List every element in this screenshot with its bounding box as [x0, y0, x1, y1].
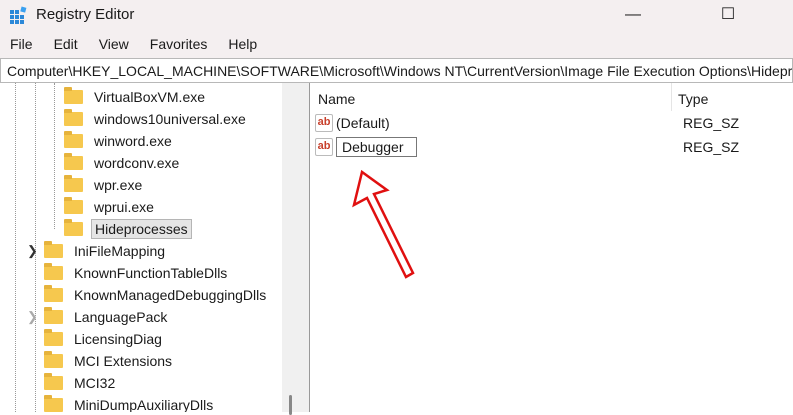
tree-item[interactable]: MCI Extensions [44, 350, 175, 372]
tree-item-label: Hideprocesses [91, 219, 192, 239]
tree-item[interactable]: MiniDumpAuxiliaryDlls [44, 394, 216, 412]
folder-icon [64, 109, 83, 126]
annotation-arrow [352, 169, 415, 279]
value-row-debugger[interactable]: ab Debugger REG_SZ [315, 136, 785, 158]
folder-icon [44, 351, 63, 368]
column-header-name[interactable]: Name [318, 91, 355, 107]
folder-icon [64, 87, 83, 104]
folder-icon [44, 373, 63, 390]
value-name: (Default) [336, 115, 390, 131]
tree-item[interactable]: windows10universal.exe [64, 108, 249, 130]
tree-item-label: MiniDumpAuxiliaryDlls [74, 397, 214, 412]
folder-icon [64, 175, 83, 192]
chevron-right-icon[interactable]: ❯ [27, 243, 38, 259]
registry-tree: VirtualBoxVM.exe windows10universal.exe wi… [0, 83, 300, 412]
pane-splitter[interactable] [300, 83, 310, 412]
menu-view[interactable]: View [99, 36, 129, 52]
folder-icon [44, 329, 63, 346]
tree-item-label: winword.exe [94, 133, 172, 149]
tree-item[interactable]: winword.exe [64, 130, 175, 152]
tree-item-label: KnownManagedDebuggingDlls [74, 287, 267, 303]
tree-item[interactable]: LicensingDiag [44, 328, 165, 350]
tree-item-label: wordconv.exe [94, 155, 180, 171]
value-type: REG_SZ [683, 115, 740, 131]
window-title: Registry Editor [36, 6, 135, 23]
folder-icon [44, 241, 63, 258]
folder-icon [44, 307, 63, 324]
value-row-default[interactable]: ab (Default) REG_SZ [315, 112, 785, 134]
folder-icon [64, 219, 83, 236]
tree-scrollbar[interactable] [282, 83, 300, 415]
menu-bar: File Edit View Favorites Help [0, 30, 793, 58]
string-value-icon: ab [315, 114, 333, 132]
maximize-button[interactable]: ☐ [705, 2, 751, 28]
tree-item[interactable]: wordconv.exe [64, 152, 182, 174]
value-type: REG_SZ [683, 139, 740, 155]
tree-item[interactable]: VirtualBoxVM.exe [64, 86, 208, 108]
tree-item[interactable]: Hideprocesses [64, 218, 192, 240]
folder-icon [64, 153, 83, 170]
menu-file[interactable]: File [10, 36, 33, 52]
tree-item-label: MCI Extensions [74, 353, 173, 369]
tree-item[interactable]: wprui.exe [64, 196, 157, 218]
tree-item-label: VirtualBoxVM.exe [94, 89, 206, 105]
folder-icon [44, 263, 63, 280]
tree-item-label: windows10universal.exe [94, 111, 246, 127]
title-bar: Registry Editor — ☐ [0, 0, 793, 30]
address-bar[interactable]: Computer\HKEY_LOCAL_MACHINE\SOFTWARE\Mic… [0, 58, 793, 83]
tree-item-label: MCI32 [74, 375, 116, 391]
tree-item-label: wpr.exe [94, 177, 143, 193]
tree-item-label: LanguagePack [74, 309, 168, 325]
tree-item[interactable]: ❯ IniFileMapping [27, 240, 168, 262]
chevron-right-icon[interactable]: ❯ [27, 309, 38, 325]
tree-item[interactable]: MCI32 [44, 372, 118, 394]
tree-item[interactable]: KnownManagedDebuggingDlls [44, 284, 269, 306]
folder-icon [44, 285, 63, 302]
tree-item[interactable]: wpr.exe [64, 174, 145, 196]
column-header-type[interactable]: Type [678, 91, 708, 107]
menu-edit[interactable]: Edit [54, 36, 78, 52]
tree-item-label: LicensingDiag [74, 331, 162, 347]
folder-icon [44, 395, 63, 412]
tree-item-label: IniFileMapping [74, 243, 166, 259]
scrollbar-thumb[interactable] [289, 395, 292, 415]
tree-item[interactable]: ❯ LanguagePack [27, 306, 170, 328]
tree-item-label: wprui.exe [94, 199, 154, 215]
folder-icon [64, 197, 83, 214]
string-value-icon: ab [315, 138, 333, 156]
folder-icon [64, 131, 83, 148]
registry-editor-icon [10, 6, 27, 24]
rename-input[interactable]: Debugger [336, 137, 417, 157]
minimize-button[interactable]: — [610, 2, 656, 28]
menu-help[interactable]: Help [228, 36, 257, 52]
tree-item[interactable]: KnownFunctionTableDlls [44, 262, 230, 284]
menu-favorites[interactable]: Favorites [150, 36, 208, 52]
tree-item-label: KnownFunctionTableDlls [74, 265, 228, 281]
